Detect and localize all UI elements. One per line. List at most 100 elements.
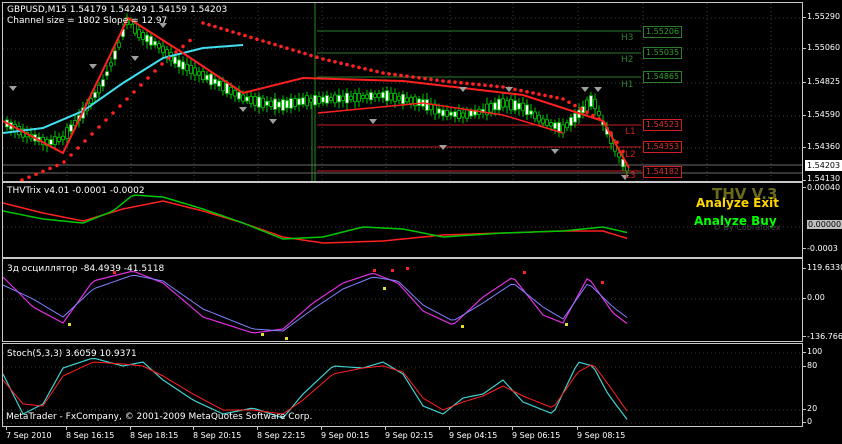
signal-dot	[461, 325, 464, 328]
candle-body	[369, 92, 373, 101]
candle-body	[569, 117, 573, 126]
candle-body	[585, 99, 589, 112]
sar-dot	[213, 24, 217, 29]
time-label: 8 Sep 16:15	[66, 431, 115, 440]
candle-body	[465, 109, 469, 119]
candle-body	[553, 122, 557, 130]
price-chart-canvas	[3, 3, 802, 181]
candle-body	[181, 61, 185, 70]
price-tick: 1.55060	[807, 43, 841, 52]
candle-body	[461, 112, 465, 118]
signal-dot	[406, 267, 409, 270]
sar-dot	[181, 44, 185, 49]
thv-trix-pane[interactable]: THVTrix v4.01 -0.0001 -0.0002 THV V.3 An…	[2, 182, 803, 258]
thv-scale[interactable]: 0.00040 0.00000 -0.0003	[803, 182, 842, 258]
candle-body	[457, 110, 461, 120]
candle-body	[589, 95, 593, 107]
candle-body	[345, 92, 349, 104]
sar-dot	[139, 83, 143, 87]
candle-body	[173, 56, 177, 65]
sar-dot	[62, 160, 66, 164]
symbol-info: GBPUSD,M15 1.54179 1.54249 1.54159 1.542…	[7, 5, 228, 15]
candle-body	[377, 93, 381, 98]
candle-body	[273, 98, 277, 110]
sar-dot	[585, 110, 589, 114]
thv-tick: 0.00040	[807, 183, 841, 192]
candle-body	[305, 95, 309, 107]
sar-dot	[399, 73, 403, 78]
oscillator-pane[interactable]: 3д осциллятор -84.4939 -41.5118	[2, 258, 803, 342]
sar-dot	[297, 50, 301, 54]
fractal-arrow	[89, 64, 97, 69]
candle-body	[93, 92, 97, 98]
time-axis[interactable]: 7 Sep 2010 8 Sep 16:15 8 Sep 18:15 8 Sep…	[0, 427, 842, 444]
stochastic-scale[interactable]: 100 80 20 0	[803, 343, 842, 427]
sar-dot	[465, 81, 469, 86]
sar-dot	[327, 58, 331, 63]
candle-body	[213, 78, 217, 85]
candle-body	[69, 124, 73, 132]
price-chart-pane[interactable]: GBPUSD,M15 1.54179 1.54249 1.54159 1.542…	[2, 2, 803, 182]
sar-dot	[188, 38, 192, 43]
sar-dot	[375, 69, 379, 74]
candle-body	[149, 36, 153, 46]
sar-dot	[477, 82, 481, 87]
candle-body	[109, 62, 113, 67]
sar-dot	[333, 60, 337, 64]
sar-dot	[423, 76, 427, 81]
level-price-h2: 1.55035	[643, 47, 683, 59]
oscillator-magenta-line	[3, 270, 628, 334]
sar-dot	[315, 55, 319, 59]
thv-zero-tick: 0.00000	[807, 220, 842, 229]
sar-dot	[104, 118, 108, 122]
sar-dot	[351, 64, 355, 68]
candle-body	[101, 79, 105, 87]
oscillator-scale[interactable]: 119.6330 0.00 -136.7667	[803, 258, 842, 342]
thv-copyright: © By Cobraforex	[713, 223, 781, 232]
sar-dot	[27, 175, 31, 179]
price-scale[interactable]: 1.55290 1.55060 1.54825 1.54590 1.54360 …	[803, 2, 842, 183]
candle-body	[353, 93, 357, 102]
candle-body	[517, 102, 521, 110]
candle-body	[277, 101, 281, 108]
sar-dot	[219, 26, 223, 31]
signal-dot	[565, 323, 568, 326]
red-trend-line	[3, 16, 630, 169]
sar-dot	[285, 46, 289, 50]
fractal-arrow	[594, 87, 602, 92]
sar-dot	[255, 37, 259, 41]
sar-dot	[447, 79, 451, 84]
sar-dot	[111, 111, 115, 115]
sar-dot	[603, 122, 607, 126]
candle-body	[53, 136, 57, 145]
time-label: 9 Sep 08:15	[577, 431, 626, 440]
level-price-l1: 1.54523	[643, 119, 683, 131]
candle-body	[333, 94, 337, 104]
candle-body	[405, 97, 409, 103]
oscillator-title: 3д осциллятор -84.4939 -41.5118	[7, 264, 165, 274]
candle-body	[445, 109, 449, 117]
candle-body	[505, 100, 509, 108]
time-label: 8 Sep 22:15	[257, 431, 306, 440]
candle-body	[105, 71, 109, 77]
candle-body	[425, 99, 429, 111]
candle-body	[437, 108, 441, 114]
cyan-ma-line	[3, 44, 244, 134]
candle-body	[301, 97, 305, 105]
candle-body	[521, 102, 525, 112]
sar-dot	[495, 84, 499, 89]
sar-dot	[267, 41, 271, 45]
sar-dot	[537, 92, 541, 96]
candle-body	[241, 94, 245, 102]
osc-tick: -136.7667	[807, 332, 842, 341]
stoch-tick: 20	[807, 404, 818, 413]
sar-dot	[435, 78, 439, 82]
level-label-l1: L1	[625, 127, 636, 137]
sar-dot	[132, 90, 136, 94]
candle-body	[329, 97, 333, 102]
candle-body	[573, 113, 577, 123]
fractal-arrow	[269, 119, 277, 124]
candle-body	[373, 93, 377, 99]
candle-body	[453, 111, 457, 118]
signal-dot	[261, 333, 264, 336]
